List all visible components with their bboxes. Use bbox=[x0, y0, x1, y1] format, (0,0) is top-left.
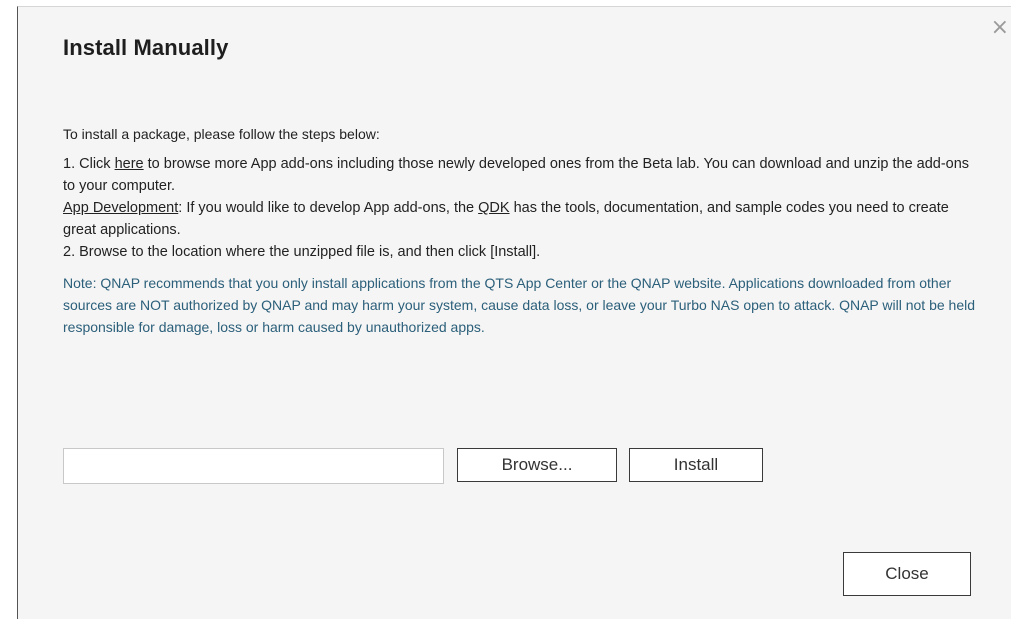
app-development-text: App Development: If you would like to de… bbox=[63, 197, 983, 241]
qdk-link[interactable]: QDK bbox=[478, 200, 509, 216]
here-link[interactable]: here bbox=[115, 156, 144, 172]
instructions: To install a package, please follow the … bbox=[63, 123, 983, 352]
close-icon[interactable]: × bbox=[991, 17, 1009, 39]
app-development-mid: : If you would like to develop App add-o… bbox=[178, 200, 479, 216]
step-1-suffix: to browse more App add-ons including tho… bbox=[63, 156, 970, 194]
install-manually-dialog: × Install Manually To install a package,… bbox=[17, 6, 1011, 619]
browse-button[interactable]: Browse... bbox=[457, 448, 617, 482]
step-1-prefix: 1. Click bbox=[63, 156, 115, 172]
dialog-title: Install Manually bbox=[63, 35, 229, 60]
app-development-link[interactable]: App Development bbox=[63, 200, 178, 216]
file-path-input[interactable] bbox=[63, 448, 444, 484]
step-2: 2. Browse to the location where the unzi… bbox=[63, 244, 541, 260]
instructions-intro: To install a package, please follow the … bbox=[63, 126, 380, 142]
step-1: 1. Click here to browse more App add-ons… bbox=[63, 153, 983, 197]
close-button[interactable]: Close bbox=[843, 552, 971, 596]
install-button[interactable]: Install bbox=[629, 448, 763, 482]
security-note: Note: QNAP recommends that you only inst… bbox=[63, 275, 975, 335]
